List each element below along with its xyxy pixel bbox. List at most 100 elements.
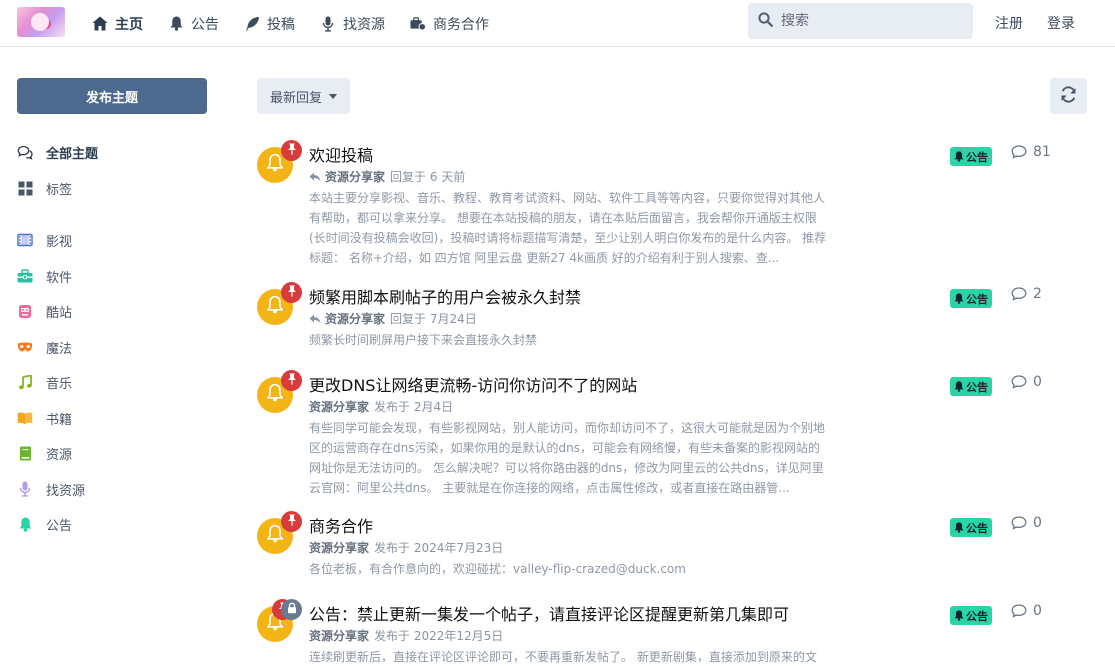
nav-submit-label: 投稿 (267, 16, 295, 33)
sidebar-item-label: 音乐 (46, 376, 73, 392)
sort-dropdown[interactable]: 最新回复 (257, 78, 350, 114)
tag-announcement[interactable]: 公告 (950, 147, 992, 166)
sidebar-item-label: 软件 (46, 270, 73, 286)
author-name[interactable]: 资源分享家 (309, 398, 369, 415)
discussion-item[interactable]: 频繁用脚本刷帖子的用户会被永久封禁 资源分享家 回复于 7月24日 频繁长时间刷… (257, 282, 1057, 347)
locked-badge (281, 599, 302, 620)
bell-icon (266, 383, 284, 406)
discussion-item[interactable]: 商务合作 资源分享家 发布于 2024年7月23日 各位老板，有合作意向的，欢迎… (257, 511, 1057, 576)
sidebar-item-cool-sites[interactable]: 酷站 (17, 301, 72, 321)
comment-icon (1011, 604, 1027, 618)
author-name[interactable]: 资源分享家 (309, 627, 369, 644)
sidebar-item-label: 标签 (46, 182, 73, 198)
sidebar-item-find-resources[interactable]: 找资源 (17, 479, 85, 499)
login-link[interactable]: 登录 (1047, 13, 1075, 33)
author-name[interactable]: 资源分享家 (309, 539, 369, 556)
author-name[interactable]: 资源分享家 (325, 168, 385, 185)
reply-count: 0 (1011, 515, 1042, 531)
bell-icon (168, 16, 184, 32)
sidebar-item-announcements[interactable]: 公告 (17, 514, 72, 534)
tag-announcement[interactable]: 公告 (950, 518, 992, 537)
tag-announcement[interactable]: 公告 (950, 289, 992, 308)
tag-label: 公告 (966, 521, 988, 535)
tag-label: 公告 (966, 150, 988, 164)
sidebar-item-software[interactable]: 软件 (17, 266, 72, 286)
sidebar-item-all-topics[interactable]: 全部主题 (17, 142, 98, 162)
toolbox-icon (17, 268, 33, 284)
film-icon (17, 232, 33, 248)
comment-icon (1011, 287, 1027, 301)
tag-label: 公告 (966, 292, 988, 306)
pinned-badge (281, 370, 302, 391)
discussion-title[interactable]: 公告：禁止更新一集发一个帖子，请直接评论区提醒更新第几集即可 (309, 601, 789, 625)
activity-time: 发布于 2月4日 (374, 400, 454, 414)
bell-icon (954, 293, 964, 304)
feather-icon (244, 16, 260, 32)
nav-announcements[interactable]: 公告 (168, 14, 219, 34)
sidebar-item-movies[interactable]: 影视 (17, 230, 72, 250)
comment-icon (1011, 375, 1027, 389)
post-topic-button[interactable]: 发布主题 (17, 78, 207, 114)
discussion-excerpt: 各位老板，有合作意向的，欢迎碰扰：valley-flip-crazed@duck… (309, 562, 686, 576)
sidebar-item-label: 资源 (46, 447, 73, 463)
pinned-badge (281, 511, 302, 532)
nav-home-label: 主页 (115, 16, 143, 33)
thumbtack-icon (287, 514, 297, 530)
comment-icon (1011, 145, 1027, 159)
sidebar-item-label: 魔法 (46, 341, 73, 357)
bell-icon (954, 522, 964, 533)
search-input[interactable] (781, 13, 961, 29)
sidebar-item-label: 酷站 (46, 305, 73, 321)
bell-icon (266, 153, 284, 176)
main-nav: 主页 公告 投稿 找资源 商务合作 (92, 0, 514, 47)
reply-count: 0 (1011, 603, 1042, 619)
sidebar-item-resources[interactable]: 资源 (17, 443, 72, 463)
book-green-icon (17, 445, 33, 461)
sidebar-item-label: 全部主题 (46, 146, 99, 162)
comment-icon (1011, 516, 1027, 530)
tag-announcement[interactable]: 公告 (950, 377, 992, 396)
reply-count-value: 81 (1033, 144, 1051, 160)
discussion-title[interactable]: 频繁用脚本刷帖子的用户会被永久封禁 (309, 284, 581, 308)
reply-count-value: 0 (1033, 374, 1042, 390)
discussion-item[interactable]: 更改DNS让网络更流畅-访问你访问不了的网站 资源分享家 发布于 2月4日 有些… (257, 370, 1057, 495)
bell-icon (266, 524, 284, 547)
bell-icon (954, 151, 964, 162)
nav-business[interactable]: 商务合作 (410, 14, 489, 34)
sidebar-item-label: 影视 (46, 234, 73, 250)
refresh-icon (1060, 85, 1077, 107)
pinned-badge (281, 140, 302, 161)
nav-home[interactable]: 主页 (92, 14, 143, 34)
nav-submit[interactable]: 投稿 (244, 14, 295, 34)
sidebar-item-tags[interactable]: 标签 (17, 178, 72, 198)
bell-icon (266, 295, 284, 318)
nav-business-label: 商务合作 (433, 16, 489, 33)
reply-count: 0 (1011, 374, 1042, 390)
sidebar-item-label: 公告 (46, 518, 73, 534)
thumbtack-icon (287, 285, 297, 301)
bell-icon (954, 610, 964, 621)
sidebar-item-magic[interactable]: 魔法 (17, 337, 72, 357)
search-icon (758, 11, 773, 31)
refresh-button[interactable] (1050, 78, 1087, 114)
author-name[interactable]: 资源分享家 (325, 310, 385, 327)
sidebar-item-music[interactable]: 音乐 (17, 372, 72, 392)
tag-announcement[interactable]: 公告 (950, 606, 992, 625)
discussion-item[interactable]: 公告：禁止更新一集发一个帖子，请直接评论区提醒更新第几集即可 资源分享家 发布于… (257, 599, 1057, 666)
book-icon (17, 410, 33, 426)
sidebar-item-books[interactable]: 书籍 (17, 408, 72, 428)
signup-link[interactable]: 注册 (995, 13, 1023, 33)
discussion-title[interactable]: 更改DNS让网络更流畅-访问你访问不了的网站 (309, 372, 637, 396)
search-box[interactable] (748, 3, 973, 39)
microphone-icon (17, 481, 33, 497)
sort-label: 最新回复 (269, 90, 322, 106)
discussion-title[interactable]: 商务合作 (309, 513, 373, 537)
bell-icon (17, 516, 33, 532)
site-logo[interactable] (17, 7, 65, 37)
nav-find-resources-label: 找资源 (343, 16, 385, 33)
discussion-excerpt: 频繁长时间刷屏用户接下来会直接永久封禁 (309, 333, 538, 347)
handshake-icon (410, 16, 426, 32)
nav-find-resources[interactable]: 找资源 (320, 14, 385, 34)
discussion-item[interactable]: 欢迎投稿 资源分享家 回复于 6 天前 本站主要分享影视、音乐、教程、教育考试资… (257, 140, 1057, 265)
discussion-title[interactable]: 欢迎投稿 (309, 142, 373, 166)
